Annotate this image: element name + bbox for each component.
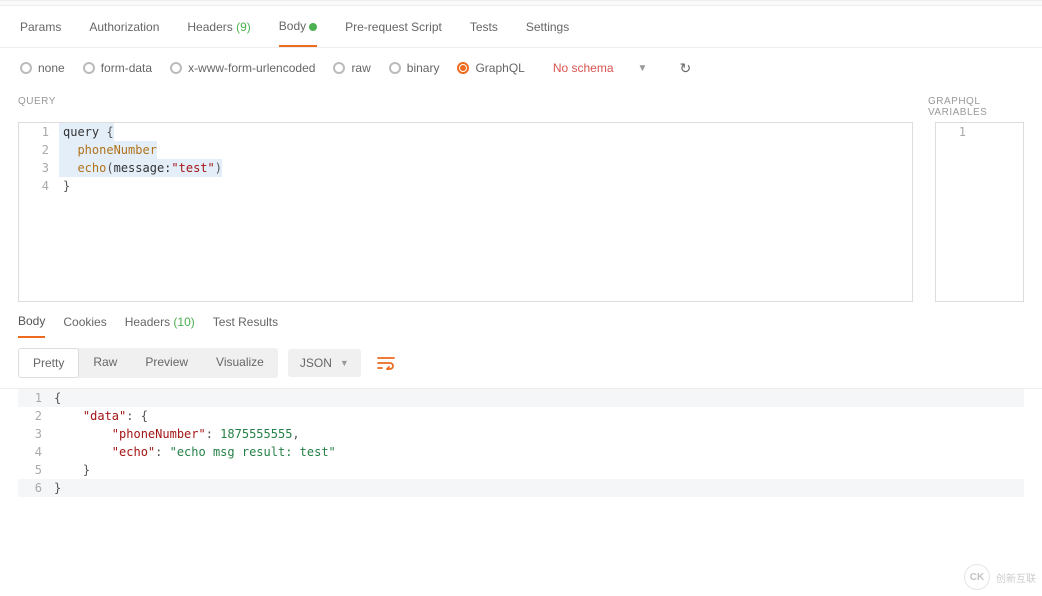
- tab-prerequest[interactable]: Pre-request Script: [345, 8, 442, 46]
- line-number: 3: [18, 425, 54, 443]
- format-type-select[interactable]: JSON ▼: [288, 349, 361, 377]
- variables-editor[interactable]: 1: [935, 122, 1024, 302]
- code-brace: {: [54, 389, 61, 407]
- unsaved-dot-icon: [309, 23, 317, 31]
- radio-form-data-label: form-data: [101, 61, 152, 75]
- code-field: phoneNumber: [77, 143, 156, 157]
- tab-headers-count: (9): [236, 20, 251, 34]
- format-raw[interactable]: Raw: [79, 348, 131, 378]
- chevron-down-icon: ▼: [340, 358, 349, 368]
- line-number: 4: [18, 443, 54, 461]
- watermark: CK 创新互联: [964, 564, 1036, 590]
- radio-icon: [20, 62, 32, 74]
- editor-area: 1query { 2 phoneNumber 3 echo(message:"t…: [0, 122, 1042, 302]
- watermark-text: 创新互联: [996, 570, 1036, 585]
- tab-headers-label: Headers: [187, 20, 232, 34]
- code-field: echo: [77, 161, 106, 175]
- wrap-lines-icon[interactable]: [371, 349, 401, 377]
- code-brace: }: [54, 479, 61, 497]
- tab-body[interactable]: Body: [279, 7, 317, 47]
- code-text: :: [155, 445, 169, 459]
- resp-tab-headers-count: (10): [173, 315, 194, 329]
- body-type-row: none form-data x-www-form-urlencoded raw…: [0, 48, 1042, 88]
- line-number: 6: [18, 479, 54, 497]
- format-preview[interactable]: Preview: [131, 348, 202, 378]
- resp-tab-headers[interactable]: Headers (10): [125, 315, 195, 337]
- tab-authorization[interactable]: Authorization: [89, 8, 159, 46]
- tab-tests[interactable]: Tests: [470, 8, 498, 46]
- radio-icon: [389, 62, 401, 74]
- line-number: 5: [18, 461, 54, 479]
- line-number: 2: [18, 407, 54, 425]
- line-number: 3: [19, 159, 59, 177]
- resp-tab-cookies[interactable]: Cookies: [63, 315, 106, 337]
- radio-binary-label: binary: [407, 61, 440, 75]
- query-label: QUERY: [18, 96, 928, 118]
- radio-none[interactable]: none: [20, 61, 65, 75]
- radio-icon: [333, 62, 345, 74]
- editor-labels: QUERY GRAPHQL VARIABLES: [0, 88, 1042, 122]
- tab-headers[interactable]: Headers (9): [187, 8, 250, 46]
- code-brace: }: [54, 461, 90, 479]
- radio-xwww-label: x-www-form-urlencoded: [188, 61, 315, 75]
- line-number: 2: [19, 141, 59, 159]
- tab-settings[interactable]: Settings: [526, 8, 569, 46]
- code-brace: {: [99, 125, 113, 139]
- json-key: "phoneNumber": [112, 427, 206, 441]
- chevron-down-icon[interactable]: ▼: [638, 63, 648, 74]
- tab-params[interactable]: Params: [20, 8, 61, 46]
- radio-raw[interactable]: raw: [333, 61, 370, 75]
- response-tabs: Body Cookies Headers (10) Test Results: [0, 302, 1042, 338]
- resp-tab-test-results[interactable]: Test Results: [213, 315, 278, 337]
- radio-icon: [170, 62, 182, 74]
- code-arg: message:: [114, 161, 172, 175]
- format-visualize[interactable]: Visualize: [202, 348, 278, 378]
- code-text: : {: [126, 409, 148, 423]
- line-number: 4: [19, 177, 59, 195]
- response-body-editor[interactable]: 1{ 2 "data": { 3 "phoneNumber": 18755555…: [0, 388, 1042, 497]
- tab-body-label: Body: [279, 19, 306, 33]
- request-tabs: Params Authorization Headers (9) Body Pr…: [0, 6, 1042, 48]
- json-string: "echo msg result: test": [170, 445, 336, 459]
- radio-raw-label: raw: [351, 61, 370, 75]
- format-pretty[interactable]: Pretty: [18, 348, 79, 378]
- watermark-logo-icon: CK: [964, 564, 990, 590]
- radio-graphql-label: GraphQL: [475, 61, 524, 75]
- variables-label: GRAPHQL VARIABLES: [928, 96, 1024, 118]
- radio-icon: [83, 62, 95, 74]
- radio-icon: [457, 62, 469, 74]
- format-type-label: JSON: [300, 356, 332, 370]
- resp-tab-body[interactable]: Body: [18, 314, 45, 338]
- line-number: 1: [18, 389, 54, 407]
- query-editor[interactable]: 1query { 2 phoneNumber 3 echo(message:"t…: [18, 122, 913, 302]
- line-number: 1: [19, 123, 59, 141]
- radio-none-label: none: [38, 61, 65, 75]
- json-key: "echo": [112, 445, 155, 459]
- radio-xwww[interactable]: x-www-form-urlencoded: [170, 61, 315, 75]
- refresh-icon[interactable]: ↻: [679, 60, 691, 77]
- code-string: "test": [171, 161, 214, 175]
- radio-form-data[interactable]: form-data: [83, 61, 152, 75]
- code-keyword: query: [63, 125, 99, 139]
- radio-graphql[interactable]: GraphQL: [457, 61, 524, 75]
- schema-select[interactable]: No schema: [553, 61, 614, 75]
- code-brace: }: [63, 179, 70, 193]
- json-number: 1875555555: [220, 427, 292, 441]
- code-text: ,: [292, 427, 299, 441]
- line-number: 1: [936, 123, 976, 141]
- radio-binary[interactable]: binary: [389, 61, 440, 75]
- resp-tab-headers-label: Headers: [125, 315, 170, 329]
- wrap-lines-svg: [377, 356, 395, 370]
- format-pills: Pretty Raw Preview Visualize: [18, 348, 278, 378]
- response-format-row: Pretty Raw Preview Visualize JSON ▼: [0, 338, 1042, 388]
- code-text: :: [206, 427, 220, 441]
- json-key: "data": [83, 409, 126, 423]
